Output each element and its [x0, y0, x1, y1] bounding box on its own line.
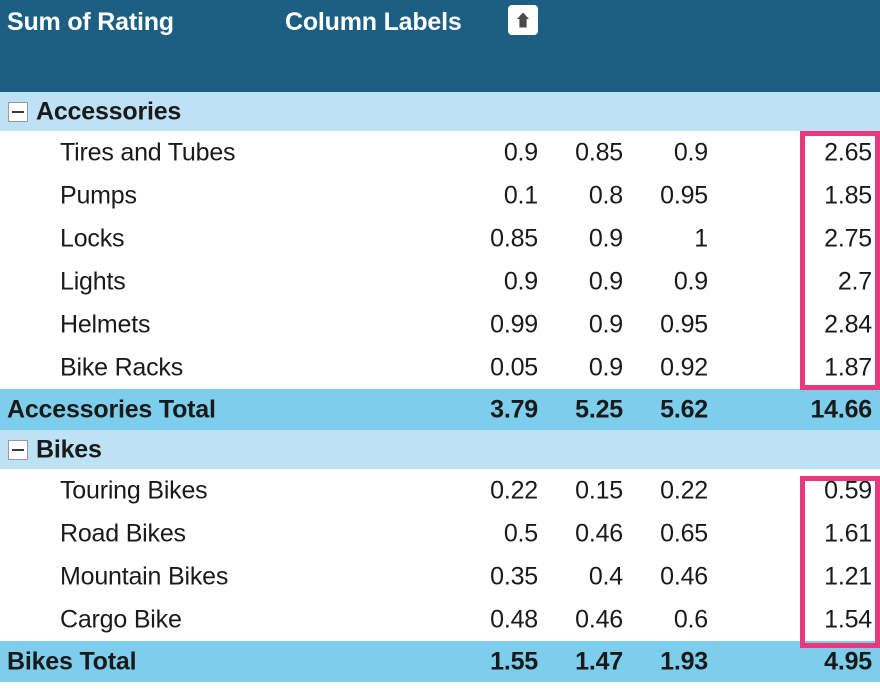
pivot-detail-row[interactable]: Touring Bikes 0.22 0.15 0.22 0.59	[0, 469, 880, 512]
sort-ascending-arrow-icon	[517, 12, 529, 28]
pivot-table-app: Sum of Rating Column Labels Row Labels 2…	[0, 0, 880, 689]
row-label: Bike Racks	[60, 353, 184, 381]
minus-square-collapse-icon	[12, 110, 24, 113]
pivot-total-row[interactable]: Bikes Total 1.55 1.47 1.93 4.95	[0, 641, 880, 682]
grand-total-cell[interactable]: 1.85	[707, 181, 872, 210]
collapse-group-button[interactable]	[8, 101, 28, 122]
pivot-detail-row[interactable]: Pumps 0.1 0.8 0.95 1.85	[0, 174, 880, 217]
grand-total-cell[interactable]: 4.95	[707, 647, 872, 676]
row-label: Bikes	[36, 435, 102, 463]
row-label: Tires and Tubes	[60, 138, 236, 166]
value-field-label: Sum of Rating	[7, 8, 174, 36]
value-cell[interactable]: 0.9	[598, 267, 708, 296]
grand-total-cell[interactable]: 0.59	[707, 476, 872, 505]
minus-square-collapse-icon	[12, 448, 24, 451]
collapse-group-button[interactable]	[8, 439, 28, 460]
pivot-detail-row[interactable]: Road Bikes 0.5 0.46 0.65 1.61	[0, 512, 880, 555]
value-cell[interactable]: 0.22	[598, 476, 708, 505]
value-cell[interactable]: 1	[598, 224, 708, 253]
pivot-detail-row[interactable]: Helmets 0.99 0.9 0.95 2.84	[0, 303, 880, 346]
row-label: Touring Bikes	[60, 476, 208, 504]
value-cell[interactable]: 5.62	[598, 395, 708, 424]
grand-total-cell[interactable]: 2.7	[707, 267, 872, 296]
column-labels-filter-button[interactable]	[508, 5, 538, 35]
pivot-total-row[interactable]: Accessories Total 3.79 5.25 5.62 14.66	[0, 389, 880, 430]
pivot-group-row[interactable]: Accessories	[0, 92, 880, 131]
header-row-top: Sum of Rating Column Labels	[0, 0, 880, 46]
grand-total-cell[interactable]: 2.65	[707, 138, 872, 167]
grand-total-cell[interactable]: 2.75	[707, 224, 872, 253]
grand-total-cell[interactable]: 1.61	[707, 519, 872, 548]
row-label: Accessories	[36, 97, 182, 125]
pivot-detail-row[interactable]: Tires and Tubes 0.9 0.85 0.9 2.65	[0, 131, 880, 174]
row-label: Bikes Total	[7, 647, 137, 675]
grand-total-cell[interactable]: 14.66	[707, 395, 872, 424]
value-cell[interactable]: 0.92	[598, 353, 708, 382]
row-label: Locks	[60, 224, 125, 252]
pivot-detail-row[interactable]: Cargo Bike 0.48 0.46 0.6 1.54	[0, 598, 880, 641]
value-cell[interactable]: 0.95	[598, 181, 708, 210]
value-cell[interactable]: 0.9	[598, 138, 708, 167]
header-row-bottom: Row Labels 2015 2016 2017 Grand Total	[0, 46, 880, 128]
row-label: Accessories Total	[7, 395, 216, 423]
pivot-table-header: Sum of Rating Column Labels Row Labels 2…	[0, 0, 880, 128]
pivot-detail-row[interactable]: Lights 0.9 0.9 0.9 2.7	[0, 260, 880, 303]
pivot-table-body: Accessories Tires and Tubes 0.9 0.85 0.9 2.65…	[0, 92, 880, 682]
pivot-detail-row[interactable]: Locks 0.85 0.9 1 2.75	[0, 217, 880, 260]
row-label: Cargo Bike	[60, 605, 182, 633]
row-label: Lights	[60, 267, 126, 295]
column-labels-label: Column Labels	[285, 8, 462, 36]
value-cell[interactable]: 0.65	[598, 519, 708, 548]
grand-total-cell[interactable]: 2.84	[707, 310, 872, 339]
grand-total-cell[interactable]: 1.21	[707, 562, 872, 591]
pivot-detail-row[interactable]: Mountain Bikes 0.35 0.4 0.46 1.21	[0, 555, 880, 598]
pivot-detail-row[interactable]: Bike Racks 0.05 0.9 0.92 1.87	[0, 346, 880, 389]
row-label: Road Bikes	[60, 519, 186, 547]
row-label: Mountain Bikes	[60, 562, 229, 590]
row-label: Pumps	[60, 181, 137, 209]
grand-total-cell[interactable]: 1.87	[707, 353, 872, 382]
value-cell[interactable]: 0.6	[598, 605, 708, 634]
pivot-group-row[interactable]: Bikes	[0, 430, 880, 469]
row-label: Helmets	[60, 310, 151, 338]
grand-total-cell[interactable]: 1.54	[707, 605, 872, 634]
value-cell[interactable]: 0.46	[598, 562, 708, 591]
value-cell[interactable]: 0.95	[598, 310, 708, 339]
value-cell[interactable]: 1.93	[598, 647, 708, 676]
